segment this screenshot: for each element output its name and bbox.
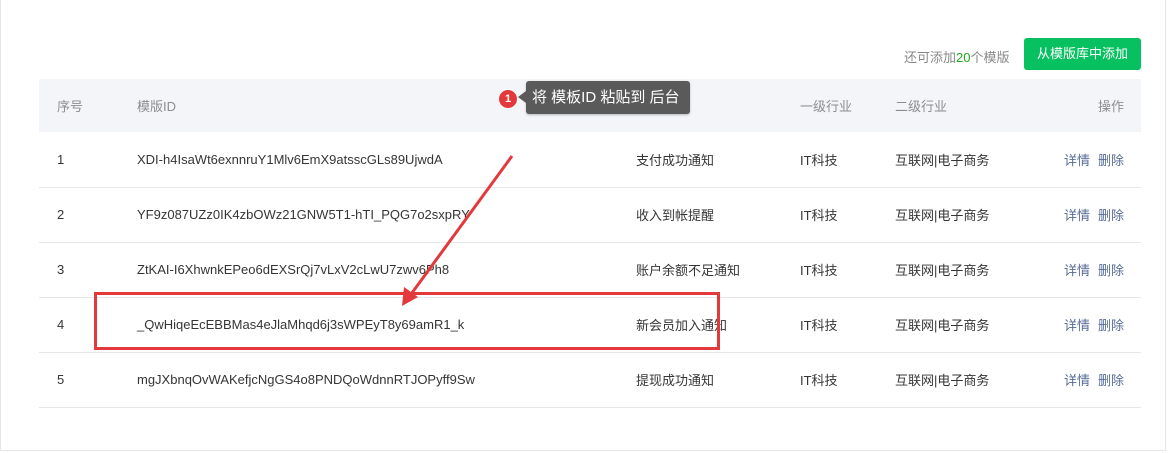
- highlight-box: [94, 292, 720, 350]
- row-ops: 详情 删除: [1045, 242, 1141, 297]
- row-index: 2: [57, 207, 65, 222]
- delete-link[interactable]: 删除: [1098, 373, 1124, 388]
- row-template-id: mgJXbnqOvWAKefjcNgGS4o8PNDQoWdnnRTJOPyff…: [137, 372, 475, 387]
- detail-link[interactable]: 详情: [1064, 263, 1090, 278]
- detail-link[interactable]: 详情: [1064, 208, 1090, 223]
- step-badge: 1: [498, 89, 518, 109]
- row-title: 支付成功通知: [636, 152, 715, 168]
- hint-count: 20: [956, 50, 971, 65]
- annotation-tooltip: 将 模板ID 粘贴到 后台: [518, 81, 690, 114]
- row-template-id: YF9z087UZz0IK4zbOWz21GNW5T1-hTI_PQG7o2sx…: [137, 207, 470, 222]
- hint-prefix: 还可添加: [904, 50, 957, 65]
- header-industry2: 二级行业: [895, 99, 948, 114]
- row-industry2: 互联网|电子商务: [895, 318, 990, 333]
- row-industry1: IT科技: [800, 152, 838, 168]
- delete-link[interactable]: 删除: [1098, 318, 1124, 333]
- row-index: 3: [57, 262, 65, 277]
- row-industry2: 互联网|电子商务: [895, 373, 990, 388]
- row-industry2: 互联网|电子商务: [895, 263, 990, 278]
- row-template-id: XDI-h4IsaWt6exnnruY1Mlv6EmX9atsscGLs89Uj…: [137, 151, 443, 167]
- table-row: 3 ZtKAI-I6XhwnkEPeo6dEXSrQj7vLxV2cLwU7zwv…: [39, 242, 1141, 297]
- row-industry2: 互联网|电子商务: [895, 152, 990, 168]
- row-title: 收入到帐提醒: [636, 208, 715, 223]
- template-table: 序号 模版ID 标题 一级行业 二级行业 操作 1XDI-h4IsaWt6exn…: [39, 79, 1141, 408]
- row-index: 5: [57, 372, 65, 387]
- detail-link[interactable]: 详情: [1064, 318, 1090, 333]
- row-ops: 详情 删除: [1045, 132, 1141, 187]
- row-industry1: IT科技: [800, 373, 838, 388]
- row-index: 1: [57, 151, 65, 167]
- table-row: 1 XDI-h4IsaWt6exnnruY1Mlv6EmX9atsscGLs89U…: [39, 132, 1141, 187]
- row-industry1: IT科技: [800, 263, 838, 278]
- row-title: 提现成功通知: [636, 373, 715, 388]
- remaining-templates-hint: 还可添加20个模版: [904, 47, 1010, 66]
- row-ops: 详情 删除: [1045, 187, 1141, 242]
- row-ops: 详情 删除: [1045, 297, 1141, 352]
- detail-link[interactable]: 详情: [1064, 153, 1090, 168]
- detail-link[interactable]: 详情: [1064, 373, 1090, 388]
- table-row: 5 mgJXbnqOvWAKefjcNgGS4o8PNDQoWdnnRTJOPyf…: [39, 352, 1141, 407]
- row-industry1: IT科技: [800, 318, 838, 333]
- delete-link[interactable]: 删除: [1098, 208, 1124, 223]
- hint-suffix: 个模版: [970, 50, 1010, 65]
- row-ops: 详情 删除: [1045, 352, 1141, 407]
- header-ops: 操作: [1097, 99, 1124, 114]
- add-from-library-button[interactable]: 从模版库中添加: [1024, 38, 1141, 70]
- row-title: 账户余额不足通知: [636, 263, 741, 278]
- row-template-id: ZtKAI-I6XhwnkEPeo6dEXSrQj7vLxV2cLwU7zwv6…: [137, 262, 450, 277]
- header-index: 序号: [57, 99, 84, 114]
- row-industry1: IT科技: [800, 208, 838, 223]
- delete-link[interactable]: 删除: [1098, 263, 1124, 278]
- delete-link[interactable]: 删除: [1098, 153, 1124, 168]
- header-industry1: 一级行业: [800, 99, 853, 114]
- table-row: 2 YF9z087UZz0IK4zbOWz21GNW5T1-hTI_PQG7o2s…: [39, 187, 1141, 242]
- row-industry2: 互联网|电子商务: [895, 208, 990, 223]
